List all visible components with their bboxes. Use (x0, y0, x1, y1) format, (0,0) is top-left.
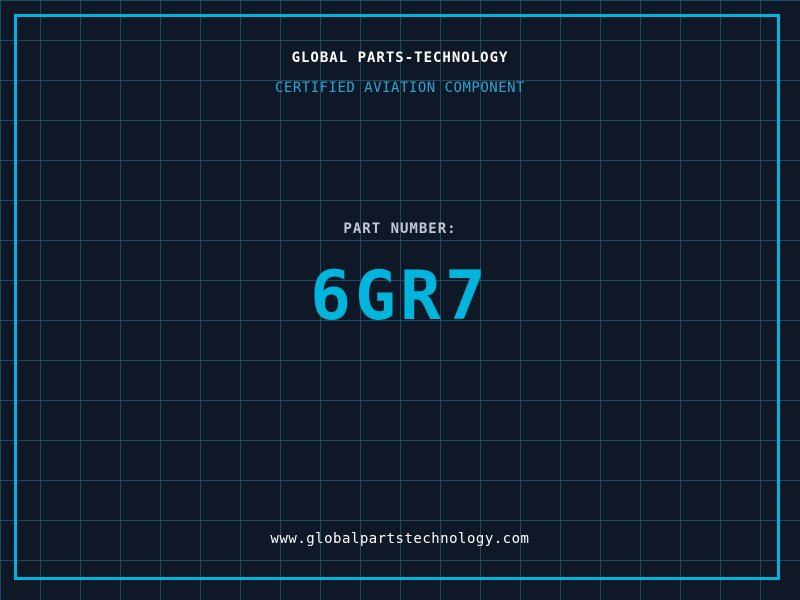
part-number-value: 6GR7 (310, 257, 490, 336)
website-url: www.globalpartstechnology.com (270, 531, 530, 547)
company-title: GLOBAL PARTS-TECHNOLOGY (291, 50, 509, 66)
part-number-label: PART NUMBER: (343, 221, 457, 237)
certification-subtitle: CERTIFIED AVIATION COMPONENT (274, 80, 525, 96)
blueprint-part-page: { "page": { "title": "GLOBAL PARTS-TECHN… (0, 0, 800, 600)
